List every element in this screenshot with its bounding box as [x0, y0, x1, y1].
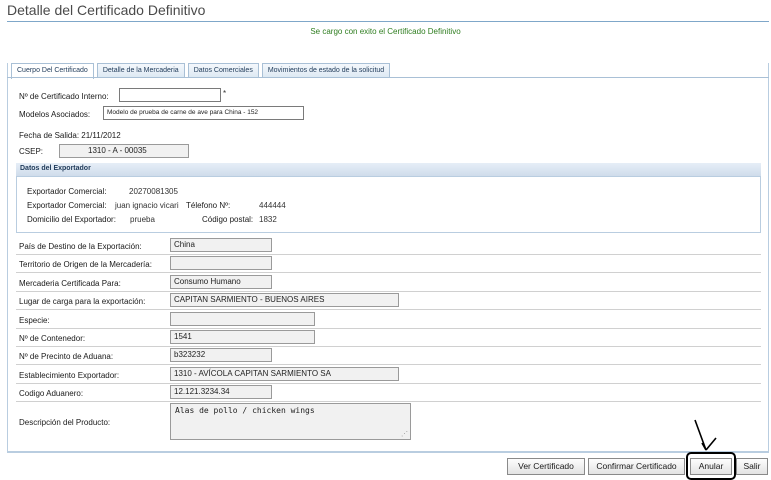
precinto-aduana-label: Nº de Precinto de Aduana:: [19, 352, 114, 361]
row-divider: [16, 291, 761, 292]
row-divider: [16, 309, 761, 310]
title-divider: [7, 21, 769, 22]
domicilio-value: prueba: [130, 215, 155, 224]
telefono-value: 444444: [259, 201, 286, 210]
exportador-section-title: Datos del Exportador: [20, 165, 91, 172]
codigo-postal-label: Código postal:: [202, 215, 254, 224]
row-divider: [16, 272, 761, 273]
establecimiento-field[interactable]: 1310 - AVÍCOLA CAPITAN SARMIENTO SA: [170, 367, 399, 381]
confirmar-certificado-button[interactable]: Confirmar Certificado: [588, 458, 685, 475]
tab-detalle-mercaderia[interactable]: Detalle de la Mercaderia: [96, 63, 185, 78]
telefono-label: Télefono Nº:: [186, 201, 231, 210]
lugar-carga-label: Lugar de carga para la exportación:: [19, 297, 146, 306]
codigo-aduanero-field[interactable]: 12.121.3234.34: [170, 385, 272, 399]
territorio-origen-label: Territorio de Origen de la Mercadería:: [19, 260, 152, 269]
codigo-aduanero-label: Codigo Aduanero:: [19, 389, 84, 398]
fecha-salida: Fecha de Salida: 21/11/2012: [19, 131, 121, 140]
descripcion-producto-text: Alas de pollo / chicken wings: [175, 406, 315, 415]
row-divider: [16, 328, 761, 329]
success-message: Se cargo con exito el Certificado Defini…: [310, 27, 461, 36]
page-title: Detalle del Certificado Definitivo: [7, 2, 206, 18]
arrow-pointer-icon: [694, 419, 717, 451]
highlight-box: [686, 452, 736, 480]
mercaderia-certificada-label: Mercaderia Certificada Para:: [19, 279, 121, 288]
row-divider: [16, 401, 761, 402]
pais-destino-label: País de Destino de la Exportación:: [19, 242, 142, 251]
row-divider: [16, 383, 761, 384]
mercaderia-certificada-field[interactable]: Consumo Humano: [170, 275, 272, 289]
especie-field[interactable]: [170, 312, 315, 326]
exportador-comercial-label: Exportador Comercial:: [27, 187, 107, 196]
precinto-aduana-field[interactable]: b323232: [170, 348, 272, 362]
tab-datos-comerciales[interactable]: Datos Comerciales: [187, 63, 259, 78]
especie-label: Especie:: [19, 316, 50, 325]
establecimiento-label: Establecimiento Exportador:: [19, 371, 120, 380]
required-mark: *: [223, 89, 227, 98]
certificado-interno-input[interactable]: [119, 88, 221, 102]
certificate-panel: [7, 63, 769, 452]
exportador-cuit: 20270081305: [129, 187, 178, 196]
descripcion-producto-label: Descripción del Producto:: [19, 418, 111, 427]
resize-grip-icon[interactable]: ⋰: [401, 430, 408, 438]
territorio-origen-field[interactable]: [170, 256, 272, 270]
codigo-postal-value: 1832: [259, 215, 277, 224]
lugar-carga-field[interactable]: CAPITAN SARMIENTO - BUENOS AIRES: [170, 293, 399, 307]
tab-bar: Cuerpo Del Certificado Detalle de la Mer…: [11, 63, 393, 79]
pais-destino-field[interactable]: China: [170, 238, 272, 252]
ver-certificado-button[interactable]: Ver Certificado: [507, 458, 585, 475]
row-divider: [16, 346, 761, 347]
csep-field[interactable]: 1310 - A - 00035: [59, 144, 189, 158]
row-divider: [16, 254, 761, 255]
modelos-asociados-field[interactable]: Modelo de prueba de carne de ave para Ch…: [103, 106, 304, 120]
modelos-asociados-label: Modelos Asociados:: [19, 110, 91, 119]
descripcion-producto-textarea[interactable]: Alas de pollo / chicken wings ⋰: [170, 403, 411, 440]
exportador-nombre: juan ignacio vicari: [115, 201, 179, 210]
exportador-section-header: [16, 163, 761, 177]
tab-movimientos-estado[interactable]: Movimientos de estado de la solicitud: [261, 63, 391, 78]
row-divider: [16, 364, 761, 365]
footer-divider: [7, 452, 769, 453]
certificado-interno-label: Nº de Certificado Interno:: [19, 92, 109, 101]
exportador-comercial-label-2: Exportador Comercial:: [27, 201, 107, 210]
domicilio-label: Domicilio del Exportador:: [27, 215, 116, 224]
contenedor-field[interactable]: 1541: [170, 330, 315, 344]
salir-button[interactable]: Salir: [736, 458, 768, 475]
tabs-divider: [7, 77, 769, 78]
csep-label: CSEP:: [19, 147, 44, 156]
contenedor-label: Nº de Contenedor:: [19, 334, 86, 343]
